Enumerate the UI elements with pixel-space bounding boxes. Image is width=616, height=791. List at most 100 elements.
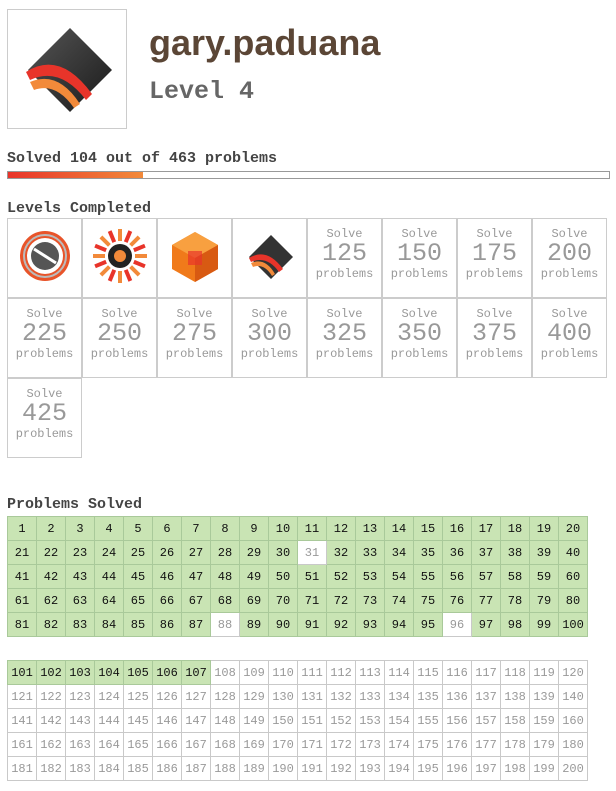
problem-cell[interactable]: 168 — [210, 732, 240, 757]
problem-cell[interactable]: 147 — [181, 708, 211, 733]
problem-cell[interactable]: 10 — [268, 516, 298, 541]
problem-cell[interactable]: 195 — [413, 756, 443, 781]
problem-cell[interactable]: 176 — [442, 732, 472, 757]
problem-cell[interactable]: 169 — [239, 732, 269, 757]
problem-cell[interactable]: 64 — [94, 588, 124, 613]
problem-cell[interactable]: 180 — [558, 732, 588, 757]
problem-cell[interactable]: 130 — [268, 684, 298, 709]
problem-cell[interactable]: 111 — [297, 660, 327, 685]
problem-cell[interactable]: 162 — [36, 732, 66, 757]
problem-cell[interactable]: 58 — [500, 564, 530, 589]
problem-cell[interactable]: 91 — [297, 612, 327, 637]
problem-cell[interactable]: 57 — [471, 564, 501, 589]
problem-cell[interactable]: 87 — [181, 612, 211, 637]
problem-cell[interactable]: 30 — [268, 540, 298, 565]
problem-cell[interactable]: 134 — [384, 684, 414, 709]
problem-cell[interactable]: 140 — [558, 684, 588, 709]
problem-cell[interactable]: 155 — [413, 708, 443, 733]
problem-cell[interactable]: 38 — [500, 540, 530, 565]
problem-cell[interactable]: 132 — [326, 684, 356, 709]
problem-cell[interactable]: 84 — [94, 612, 124, 637]
problem-cell[interactable]: 6 — [152, 516, 182, 541]
problem-cell[interactable]: 90 — [268, 612, 298, 637]
problem-cell[interactable]: 60 — [558, 564, 588, 589]
problem-cell[interactable]: 43 — [65, 564, 95, 589]
problem-cell[interactable]: 62 — [36, 588, 66, 613]
problem-cell[interactable]: 83 — [65, 612, 95, 637]
problem-cell[interactable]: 197 — [471, 756, 501, 781]
problem-cell[interactable]: 139 — [529, 684, 559, 709]
problem-cell[interactable]: 119 — [529, 660, 559, 685]
problem-cell[interactable]: 12 — [326, 516, 356, 541]
problem-cell[interactable]: 77 — [471, 588, 501, 613]
problem-cell[interactable]: 37 — [471, 540, 501, 565]
problem-cell[interactable]: 183 — [65, 756, 95, 781]
problem-cell[interactable]: 186 — [152, 756, 182, 781]
problem-cell[interactable]: 120 — [558, 660, 588, 685]
problem-cell[interactable]: 108 — [210, 660, 240, 685]
problem-cell[interactable]: 172 — [326, 732, 356, 757]
problem-cell[interactable]: 5 — [123, 516, 153, 541]
problem-cell[interactable]: 23 — [65, 540, 95, 565]
problem-cell[interactable]: 94 — [384, 612, 414, 637]
problem-cell[interactable]: 179 — [529, 732, 559, 757]
problem-cell[interactable]: 136 — [442, 684, 472, 709]
problem-cell[interactable]: 59 — [529, 564, 559, 589]
problem-cell[interactable]: 189 — [239, 756, 269, 781]
problem-cell[interactable]: 167 — [181, 732, 211, 757]
problem-cell[interactable]: 148 — [210, 708, 240, 733]
problem-cell[interactable]: 104 — [94, 660, 124, 685]
problem-cell[interactable]: 49 — [239, 564, 269, 589]
problem-cell[interactable]: 14 — [384, 516, 414, 541]
problem-cell[interactable]: 96 — [442, 612, 472, 637]
problem-cell[interactable]: 144 — [94, 708, 124, 733]
problem-cell[interactable]: 9 — [239, 516, 269, 541]
problem-cell[interactable]: 8 — [210, 516, 240, 541]
problem-cell[interactable]: 32 — [326, 540, 356, 565]
problem-cell[interactable]: 26 — [152, 540, 182, 565]
problem-cell[interactable]: 131 — [297, 684, 327, 709]
problem-cell[interactable]: 123 — [65, 684, 95, 709]
problem-cell[interactable]: 51 — [297, 564, 327, 589]
problem-cell[interactable]: 34 — [384, 540, 414, 565]
problem-cell[interactable]: 44 — [94, 564, 124, 589]
problem-cell[interactable]: 157 — [471, 708, 501, 733]
problem-cell[interactable]: 99 — [529, 612, 559, 637]
problem-cell[interactable]: 138 — [500, 684, 530, 709]
problem-cell[interactable]: 170 — [268, 732, 298, 757]
problem-cell[interactable]: 40 — [558, 540, 588, 565]
problem-cell[interactable]: 185 — [123, 756, 153, 781]
problem-cell[interactable]: 53 — [355, 564, 385, 589]
problem-cell[interactable]: 171 — [297, 732, 327, 757]
problem-cell[interactable]: 149 — [239, 708, 269, 733]
problem-cell[interactable]: 13 — [355, 516, 385, 541]
problem-cell[interactable]: 50 — [268, 564, 298, 589]
problem-cell[interactable]: 188 — [210, 756, 240, 781]
problem-cell[interactable]: 191 — [297, 756, 327, 781]
problem-cell[interactable]: 24 — [94, 540, 124, 565]
problem-cell[interactable]: 166 — [152, 732, 182, 757]
problem-cell[interactable]: 69 — [239, 588, 269, 613]
problem-cell[interactable]: 2 — [36, 516, 66, 541]
problem-cell[interactable]: 161 — [7, 732, 37, 757]
problem-cell[interactable]: 1 — [7, 516, 37, 541]
problem-cell[interactable]: 11 — [297, 516, 327, 541]
problem-cell[interactable]: 15 — [413, 516, 443, 541]
problem-cell[interactable]: 154 — [384, 708, 414, 733]
problem-cell[interactable]: 142 — [36, 708, 66, 733]
problem-cell[interactable]: 35 — [413, 540, 443, 565]
problem-cell[interactable]: 122 — [36, 684, 66, 709]
problem-cell[interactable]: 164 — [94, 732, 124, 757]
problem-cell[interactable]: 68 — [210, 588, 240, 613]
problem-cell[interactable]: 88 — [210, 612, 240, 637]
problem-cell[interactable]: 4 — [94, 516, 124, 541]
problem-cell[interactable]: 137 — [471, 684, 501, 709]
problem-cell[interactable]: 42 — [36, 564, 66, 589]
problem-cell[interactable]: 52 — [326, 564, 356, 589]
problem-cell[interactable]: 196 — [442, 756, 472, 781]
problem-cell[interactable]: 41 — [7, 564, 37, 589]
problem-cell[interactable]: 125 — [123, 684, 153, 709]
problem-cell[interactable]: 66 — [152, 588, 182, 613]
problem-cell[interactable]: 152 — [326, 708, 356, 733]
problem-cell[interactable]: 193 — [355, 756, 385, 781]
